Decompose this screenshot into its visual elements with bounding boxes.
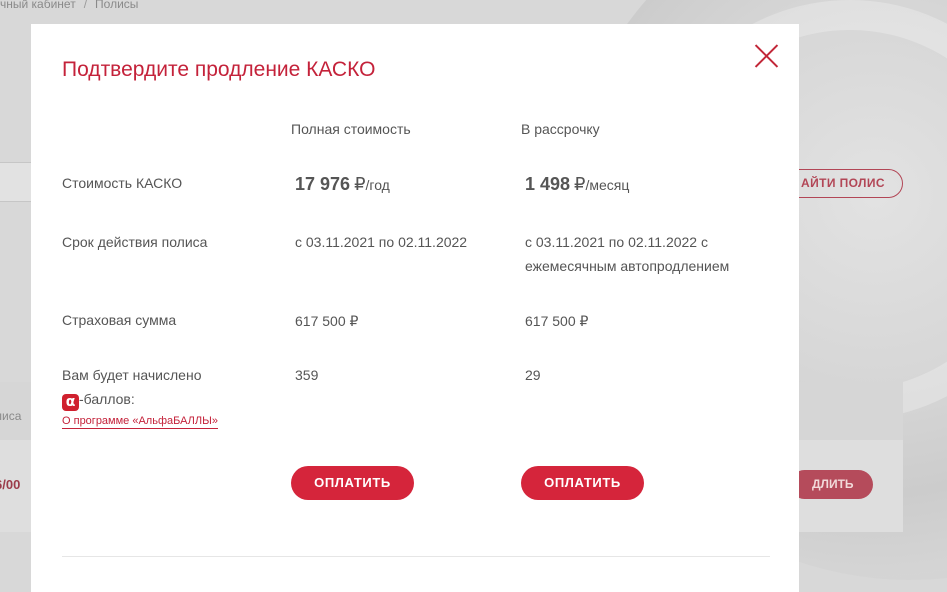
- breadcrumb-separator: /: [83, 0, 88, 11]
- points-full: 359: [295, 367, 319, 383]
- table-column-policy: лиса: [0, 409, 22, 423]
- breadcrumb-item-cabinet[interactable]: чный кабинет: [0, 0, 76, 11]
- term-full: с 03.11.2021 по 02.11.2022: [295, 234, 468, 250]
- pay-installment-button[interactable]: ОПЛАТИТЬ: [521, 466, 644, 500]
- breadcrumb: чный кабинет / Полисы: [0, 0, 138, 11]
- points-label-suffix: -баллов:: [79, 391, 135, 407]
- renew-policy-button[interactable]: ДЛИТЬ: [790, 470, 873, 499]
- price-installment: 1 498 ₽/месяц: [525, 174, 629, 195]
- renewal-confirm-modal: Подтвердите продление КАСКО Полная стоим…: [31, 24, 799, 592]
- pay-full-button[interactable]: ОПЛАТИТЬ: [291, 466, 414, 500]
- alfa-logo-icon: α: [62, 394, 79, 411]
- ruble-sign: ₽: [574, 174, 586, 194]
- price-full-period: /год: [365, 177, 390, 193]
- price-full-amount: 17 976: [295, 174, 351, 194]
- price-installment-period: /месяц: [585, 177, 630, 193]
- row-label-sum-insured: Страховая сумма: [62, 312, 177, 328]
- price-installment-amount: 1 498: [525, 174, 571, 194]
- policy-number[interactable]: 6/00: [0, 477, 20, 492]
- divider: [62, 556, 770, 557]
- ruble-sign: ₽: [354, 174, 366, 194]
- sum-insured-installment: 617 500 ₽: [525, 313, 589, 329]
- breadcrumb-item-policies[interactable]: Полисы: [95, 0, 138, 11]
- column-header-installment: В рассрочку: [521, 121, 600, 137]
- close-icon[interactable]: [753, 42, 781, 70]
- alfaballs-program-link[interactable]: О программе «АльфаБАЛЛЫ»: [62, 415, 218, 429]
- price-full: 17 976 ₽/год: [295, 174, 390, 195]
- points-installment: 29: [525, 367, 541, 383]
- row-label-points-line2: α -баллов:: [62, 387, 135, 411]
- column-header-full-price: Полная стоимость: [291, 121, 411, 137]
- row-label-term: Срок действия полиса: [62, 234, 208, 250]
- modal-title: Подтвердите продление КАСКО: [62, 58, 376, 81]
- sum-insured-full: 617 500 ₽: [295, 313, 359, 329]
- term-installment-line1: с 03.11.2021 по 02.11.2022 с: [525, 234, 708, 250]
- row-label-points-line1: Вам будет начислено: [62, 367, 202, 383]
- term-installment-line2: ежемесячным автопродлением: [525, 258, 730, 274]
- row-label-cost: Стоимость КАСКО: [62, 175, 183, 191]
